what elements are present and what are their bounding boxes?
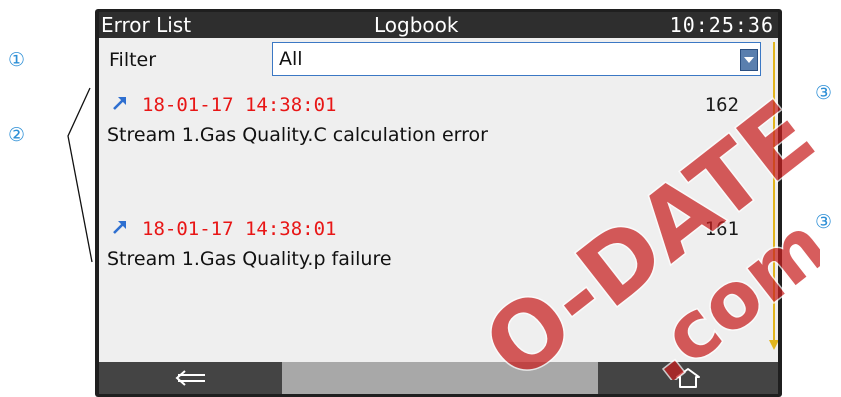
entry-count: 162 — [704, 94, 739, 116]
back-arrow-icon — [174, 370, 205, 386]
arrow-up-right-icon — [113, 221, 126, 234]
logbook-screen: Error List Logbook 10:25:36 Filter All 1… — [99, 12, 778, 394]
entry-message: Stream 1.Gas Quality.p failure — [107, 248, 392, 270]
screen-title-error-list: Error List — [101, 13, 192, 37]
back-button[interactable] — [99, 362, 282, 394]
callout-bracket — [67, 87, 93, 263]
callout-2: ② — [8, 124, 26, 146]
entry-timestamp: 18-01-17 14:38:01 — [142, 218, 337, 240]
home-button[interactable] — [598, 362, 778, 394]
bottom-bar — [99, 362, 778, 394]
callout-1: ① — [8, 49, 26, 71]
filter-label: Filter — [109, 49, 157, 71]
log-entry[interactable]: 18-01-17 14:38:01 162 Stream 1.Gas Quali… — [99, 94, 759, 174]
callout-3-bottom: ③ — [815, 211, 833, 233]
arrow-up-right-icon — [113, 97, 126, 110]
scrollbar-thumb[interactable] — [769, 340, 778, 350]
entry-count: 161 — [704, 218, 739, 240]
callout-3-top: ③ — [815, 82, 833, 104]
log-entry[interactable]: 18-01-17 14:38:01 161 Stream 1.Gas Quali… — [99, 218, 759, 298]
scrollbar[interactable] — [769, 38, 778, 356]
home-icon — [676, 368, 700, 388]
filter-selected-value: All — [279, 48, 303, 70]
dropdown-arrow-icon[interactable] — [740, 49, 758, 71]
filter-dropdown[interactable]: All — [272, 42, 761, 76]
title-bar: Error List Logbook 10:25:36 — [99, 12, 778, 38]
clock-time: 10:25:36 — [669, 13, 774, 37]
scrollbar-track — [773, 42, 775, 342]
entry-timestamp: 18-01-17 14:38:01 — [142, 94, 337, 116]
entry-message: Stream 1.Gas Quality.C calculation error — [107, 124, 488, 146]
screen-title-logbook: Logbook — [374, 13, 459, 37]
